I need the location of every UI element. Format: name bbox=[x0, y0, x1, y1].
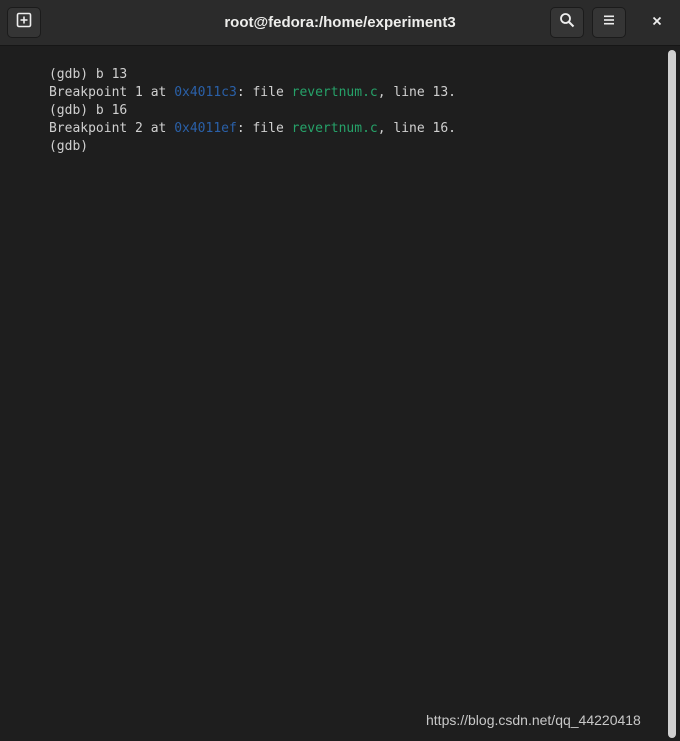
close-button[interactable] bbox=[640, 7, 674, 38]
breakpoint-filename: revertnum.c bbox=[291, 121, 378, 136]
breakpoint-address: 0x4011ef bbox=[174, 121, 237, 136]
breakpoint-middle: : file bbox=[236, 121, 292, 136]
command-text: (gdb) b 13 bbox=[48, 67, 128, 82]
watermark-text: https://blog.csdn.net/qq_44220418 bbox=[426, 712, 641, 728]
terminal-output[interactable]: (gdb) b 13 Breakpoint 1 at 0x4011c3: fil… bbox=[2, 48, 664, 741]
search-icon bbox=[559, 12, 575, 33]
scrollbar[interactable] bbox=[668, 50, 676, 738]
command-text: (gdb) b 16 bbox=[48, 103, 128, 118]
breakpoint-prefix: Breakpoint 2 at bbox=[48, 121, 175, 136]
header-bar: root@fedora:/home/experiment3 bbox=[0, 0, 680, 46]
search-button[interactable] bbox=[550, 7, 584, 38]
breakpoint-suffix: , line 13. bbox=[377, 85, 456, 100]
window-title: root@fedora:/home/experiment3 bbox=[224, 14, 456, 31]
breakpoint-prefix: Breakpoint 1 at bbox=[48, 85, 175, 100]
breakpoint-address: 0x4011c3 bbox=[174, 85, 237, 100]
hamburger-menu-icon bbox=[602, 13, 616, 32]
breakpoint-middle: : file bbox=[236, 85, 292, 100]
menu-button[interactable] bbox=[592, 7, 626, 38]
new-tab-icon bbox=[16, 12, 32, 33]
breakpoint-suffix: , line 16. bbox=[377, 121, 456, 136]
terminal-line: (gdb) b 13 bbox=[2, 48, 664, 82]
new-tab-button[interactable] bbox=[7, 7, 41, 38]
close-icon bbox=[651, 14, 663, 32]
terminal-window: root@fedora:/home/experiment3 (gdb) b 13… bbox=[0, 0, 680, 741]
gdb-prompt: (gdb) bbox=[48, 139, 96, 154]
breakpoint-filename: revertnum.c bbox=[291, 85, 378, 100]
